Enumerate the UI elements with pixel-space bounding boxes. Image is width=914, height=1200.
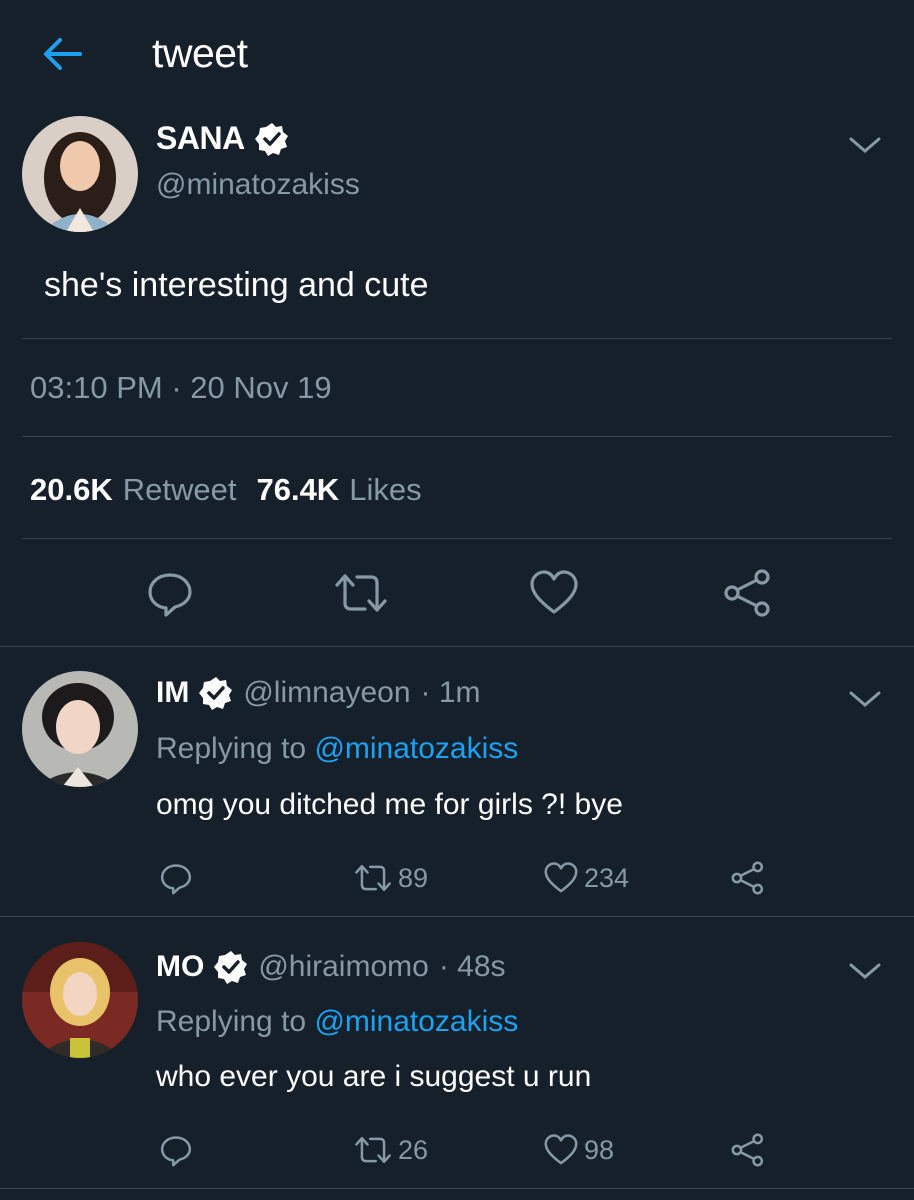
verified-badge-icon (214, 950, 248, 984)
replying-prefix: Replying to (156, 1005, 307, 1038)
mention-link[interactable]: @minatozakiss (314, 732, 518, 765)
verified-badge-icon (254, 122, 289, 156)
chevron-down-icon[interactable] (848, 688, 882, 710)
retweet-button[interactable]: 89 (352, 860, 428, 896)
replying-to-line: Replying to @minatozakiss (156, 732, 518, 766)
share-icon[interactable] (722, 567, 774, 619)
reply-text: omg you ditched me for girls ?! bye (156, 788, 623, 821)
retweet-count: 26 (398, 1134, 429, 1165)
likes-label[interactable]: Likes (349, 472, 421, 508)
reply-author-handle[interactable]: @hiraimomo (258, 950, 429, 984)
chevron-down-icon[interactable] (848, 134, 882, 156)
divider (22, 538, 892, 539)
reply-author-name[interactable]: MO (156, 950, 204, 984)
reply-button[interactable] (158, 1132, 194, 1168)
mention-link[interactable]: @minatozakiss (314, 1005, 518, 1038)
retweet-count: 89 (398, 862, 429, 893)
share-icon (730, 860, 766, 896)
retweet-label[interactable]: Retweet (123, 472, 237, 508)
retweet-icon[interactable] (333, 567, 387, 619)
share-icon (730, 1132, 766, 1168)
retweet-icon (352, 1132, 394, 1168)
tweet-text: she's interesting and cute (44, 266, 429, 304)
like-count: 234 (584, 862, 630, 893)
avatar[interactable] (22, 671, 138, 787)
like-button[interactable]: 234 (542, 860, 629, 896)
verified-badge-icon (199, 676, 233, 710)
replying-prefix: Replying to (156, 732, 307, 765)
reply-age: · 1m (420, 676, 481, 709)
reply-icon (158, 860, 194, 896)
like-count: 98 (584, 1134, 615, 1165)
divider (22, 436, 892, 437)
timestamp-separator: · (171, 370, 182, 405)
reply-age: · 48s (438, 950, 506, 983)
divider (0, 1188, 914, 1189)
reply-author-row: MO @hiraimomo · 48s (156, 950, 506, 984)
divider (22, 338, 892, 339)
avatar[interactable] (22, 116, 138, 232)
tweet-date: 20 Nov 19 (190, 370, 332, 405)
reply-icon (158, 1132, 194, 1168)
heart-icon (542, 860, 580, 896)
like-button[interactable]: 98 (542, 1132, 614, 1168)
reply-button[interactable] (158, 860, 194, 896)
tweet-timestamp: 03:10 PM · 20 Nov 19 (30, 370, 332, 406)
reply-icon[interactable] (144, 567, 196, 619)
retweet-icon (352, 860, 394, 896)
author-row: SANA (156, 120, 289, 157)
replying-to-line: Replying to @minatozakiss (156, 1005, 518, 1039)
reply-author-handle[interactable]: @limnayeon (243, 676, 410, 710)
share-button[interactable] (730, 860, 766, 896)
author-handle[interactable]: @minatozakiss (156, 168, 360, 202)
heart-icon[interactable] (528, 567, 580, 619)
divider (0, 916, 914, 917)
tweet-time: 03:10 PM (30, 370, 163, 405)
page-title: tweet (152, 30, 248, 76)
author-name[interactable]: SANA (156, 120, 245, 157)
reply-author-name[interactable]: IM (156, 676, 189, 710)
tweet-stats: 20.6K Retweet 76.4K Likes (30, 472, 432, 508)
chevron-down-icon[interactable] (848, 960, 882, 982)
likes-count[interactable]: 76.4K (256, 472, 339, 508)
retweet-button[interactable]: 26 (352, 1132, 428, 1168)
share-button[interactable] (730, 1132, 766, 1168)
retweet-count[interactable]: 20.6K (30, 472, 113, 508)
top-bar: tweet (0, 0, 914, 110)
divider (0, 646, 914, 647)
back-arrow-icon[interactable] (40, 36, 84, 72)
reply-text: who ever you are i suggest u run (156, 1060, 592, 1093)
heart-icon (542, 1132, 580, 1168)
avatar[interactable] (22, 942, 138, 1058)
reply-author-row: IM @limnayeon · 1m (156, 676, 481, 710)
